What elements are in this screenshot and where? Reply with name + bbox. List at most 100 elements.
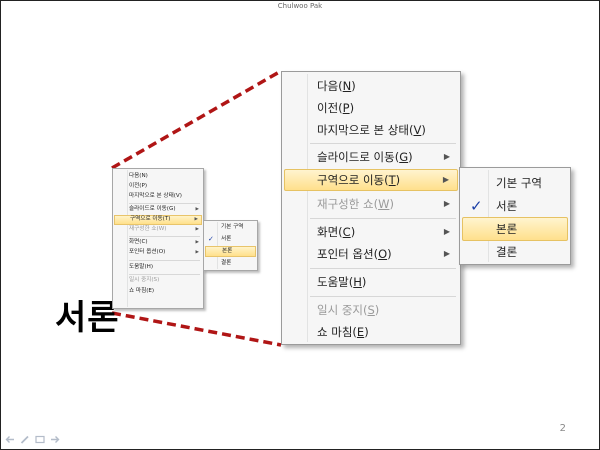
access-key: C [342,225,351,239]
zoomed-section-submenu: 기본 구역 ✓ 서론 본론 결론 [459,167,571,265]
access-key: E [356,325,365,339]
thumb-menu-item-help[interactable]: 도움말(H) [114,263,202,273]
menu-item-end-show[interactable]: 쇼 마침(E) [284,321,458,343]
menu-item-label: 화면 [317,225,339,239]
check-icon: ✓ [208,235,214,243]
thumb-menu-item-last-viewed[interactable]: 마지막으로 본 상태(V) [114,192,202,202]
menu-separator [129,236,200,237]
thumb-menu-label: 도움말(H) [129,264,154,270]
menu-separator [129,274,200,275]
menu-item-custom-show[interactable]: 재구성한 쇼(W) ▶ [284,193,458,215]
thumb-submenu-label: 기본 구역 [221,224,244,230]
prev-arrow-icon[interactable] [5,435,15,444]
menu-item-pause[interactable]: 일시 중지(S) [284,299,458,321]
submenu-arrow-icon: ▶ [443,249,450,258]
thumb-submenu-label: 본론 [222,248,233,254]
thumbnail-context-menu: 다음(N) 이전(P) 마지막으로 본 상태(V) 슬라이드로 이동(G) ▶ 구… [112,168,204,309]
menu-item-label: 포인터 옵션 [317,247,374,261]
submenu-arrow-icon: ▶ [195,250,199,255]
next-arrow-icon[interactable] [50,435,60,444]
access-key: W [378,197,390,211]
thumb-menu-item-go-to-section[interactable]: 구역으로 이동(T) ▶ [114,215,202,225]
menu-item-label: 구역으로 이동 [317,173,385,187]
section-label-intro: 서론 [55,298,120,338]
submenu-item-intro[interactable]: ✓ 서론 [462,194,568,218]
thumb-menu-item-pause[interactable]: 일시 중지(S) [114,276,202,286]
submenu-arrow-icon: ▶ [443,152,450,161]
thumb-menu-item-screen[interactable]: 화면(C) ▶ [114,238,202,248]
thumb-menu-label: 일시 중지(S) [129,277,160,283]
menu-item-screen[interactable]: 화면(C) ▶ [284,221,458,243]
menu-item-label: 이전 [317,101,339,115]
menu-separator [310,143,456,144]
menu-item-help[interactable]: 도움말(H) [284,271,458,293]
pen-icon[interactable] [20,435,30,444]
submenu-item-label: 서론 [496,199,518,213]
submenu-item-label: 기본 구역 [496,176,542,190]
submenu-arrow-icon: ▶ [194,217,198,222]
access-key: O [378,247,388,261]
submenu-item-label: 본론 [496,222,518,236]
submenu-item-body[interactable]: 본론 [462,217,568,241]
thumb-menu-label: 다음(N) [129,173,148,179]
thumb-menu-label: 포인터 옵션(O) [129,249,166,255]
submenu-item-conclusion[interactable]: 결론 [462,240,568,264]
menu-item-label: 재구성한 쇼 [317,197,374,211]
page-number: 2 [559,423,566,434]
thumb-submenu-label: 결론 [221,260,232,266]
thumb-menu-item-custom-show[interactable]: 재구성한 쇼(W) ▶ [114,225,202,235]
thumb-menu-item-pointer-options[interactable]: 포인터 옵션(O) ▶ [114,248,202,258]
menu-item-previous[interactable]: 이전(P) [284,97,458,119]
menu-item-label: 일시 중지 [317,303,363,317]
access-key: H [353,275,362,289]
access-key: S [367,303,375,317]
thumb-menu-label: 쇼 마침(E) [129,288,155,294]
menu-item-go-to-slide[interactable]: 슬라이드로 이동(G) ▶ [284,146,458,168]
thumb-menu-item-next[interactable]: 다음(N) [114,172,202,182]
menu-item-label: 마지막으로 본 상태 [317,123,409,137]
menu-icon[interactable] [35,435,45,444]
thumb-menu-item-end-show[interactable]: 쇼 마침(E) [114,287,202,297]
access-key: P [342,101,350,115]
submenu-arrow-icon: ▶ [195,207,199,212]
menu-item-go-to-section[interactable]: 구역으로 이동(T) ▶ [284,169,458,191]
thumb-submenu-label: 서론 [221,236,232,242]
thumb-menu-label: 이전(P) [129,183,148,189]
menu-item-label: 슬라이드로 이동 [317,150,395,164]
access-key: V [413,123,422,137]
thumbnail-section-submenu: 기본 구역 ✓ 서론 본론 결론 [203,220,258,271]
check-icon: ✓ [470,197,483,215]
submenu-item-label: 결론 [496,245,518,259]
thumb-submenu-item-body[interactable]: 본론 [205,246,256,257]
connector-top [111,69,282,170]
thumb-menu-label: 구역으로 이동(T) [130,216,171,222]
thumb-menu-item-go-to-slide[interactable]: 슬라이드로 이동(G) ▶ [114,205,202,215]
submenu-arrow-icon: ▶ [195,240,199,245]
thumb-menu-item-previous[interactable]: 이전(P) [114,182,202,192]
menu-item-last-viewed[interactable]: 마지막으로 본 상태(V) [284,119,458,141]
menu-separator [310,296,456,297]
menu-item-next[interactable]: 다음(N) [284,75,458,97]
thumb-menu-label: 마지막으로 본 상태(V) [129,193,182,199]
menu-separator [310,218,456,219]
menu-item-label: 도움말 [317,275,349,289]
submenu-arrow-icon: ▶ [443,227,450,236]
thumb-submenu-item-conclusion[interactable]: 결론 [205,258,256,269]
thumb-submenu-item-intro[interactable]: ✓ 서론 [205,234,256,245]
access-key: T [388,173,396,187]
access-key: G [399,150,409,164]
menu-item-pointer-options[interactable]: 포인터 옵션(O) ▶ [284,243,458,265]
menu-separator [129,260,200,261]
submenu-item-default-section[interactable]: 기본 구역 [462,171,568,195]
menu-item-label: 쇼 마침 [317,325,353,339]
thumb-submenu-item-default-section[interactable]: 기본 구역 [205,222,256,233]
thumb-menu-label: 화면(C) [129,239,148,245]
connector-bottom [111,311,282,347]
access-key: N [342,79,352,93]
menu-item-label: 다음 [317,79,339,93]
menu-separator [129,203,200,204]
zoomed-context-menu: 다음(N) 이전(P) 마지막으로 본 상태(V) 슬라이드로 이동(G) ▶ 구… [281,71,461,345]
submenu-arrow-icon: ▶ [195,227,199,232]
thumb-menu-label: 재구성한 쇼(W) [129,226,167,232]
thumb-menu-label: 슬라이드로 이동(G) [129,206,176,212]
